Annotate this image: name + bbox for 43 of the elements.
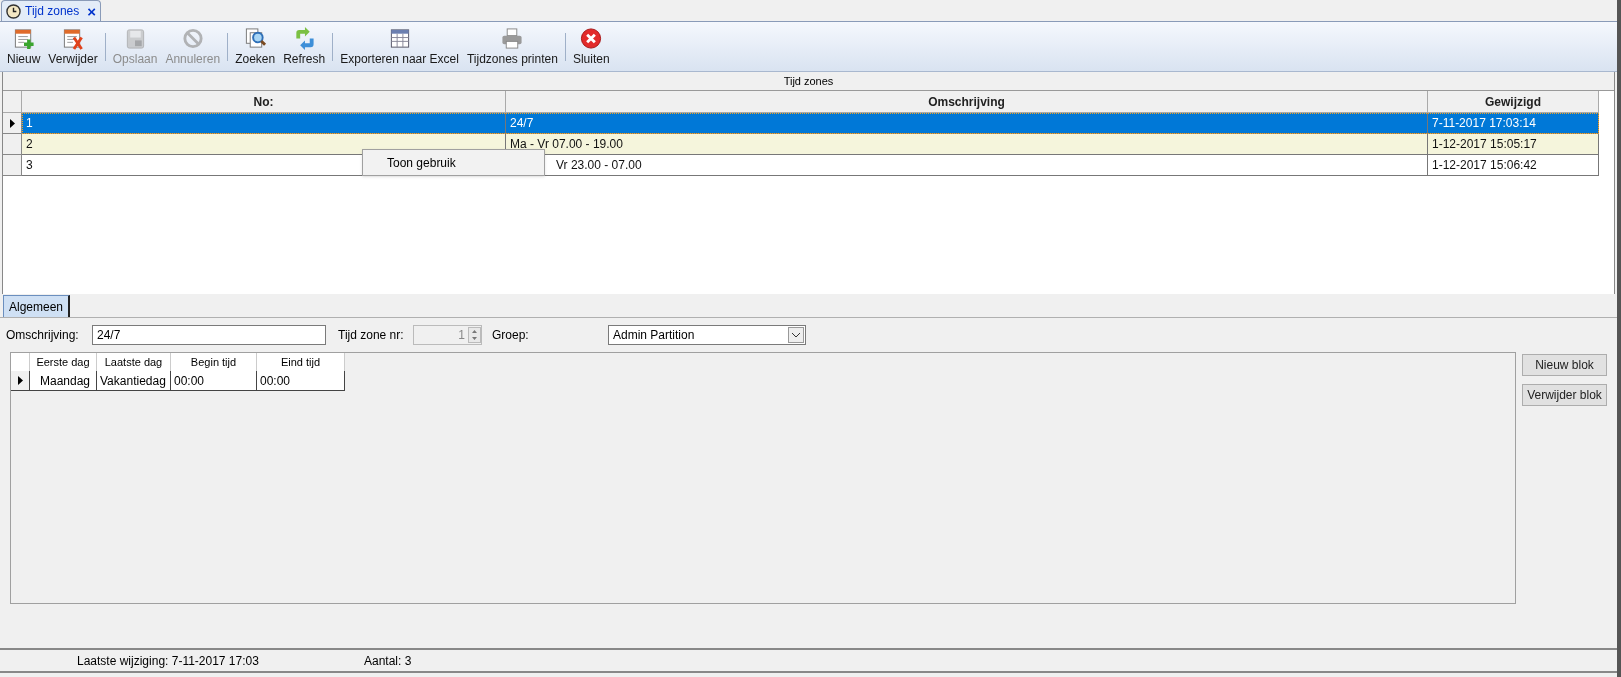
clock-icon — [6, 3, 21, 19]
close-icon — [579, 26, 604, 50]
spinner-arrows-icon — [468, 327, 481, 343]
document-cross-icon — [61, 26, 86, 50]
toolbar-button[interactable]: Sluiten — [568, 24, 614, 69]
column-header[interactable]: Eerste dag — [30, 353, 97, 371]
status-text: Laatste wijziging: 7-11-2017 17:03 — [76, 652, 260, 670]
prohibited-icon — [180, 26, 205, 50]
table-cell: 1-12-2017 15:06:42 — [1428, 155, 1599, 176]
table-cell: Vakantiedag — [97, 371, 171, 391]
input-field[interactable]: 24/7 — [92, 325, 326, 345]
field-label: Tijd zone nr: — [338, 327, 405, 344]
toolbar-button[interactable]: Nieuw — [3, 24, 45, 69]
column-header[interactable]: Laatste dag — [97, 353, 171, 371]
toolbar-button[interactable]: Tijdzones printen — [462, 24, 562, 69]
toolbar-button[interactable]: Refresh — [279, 24, 330, 69]
field-label: Omschrijving: — [6, 327, 80, 344]
grid-caption: Tijd zones — [3, 72, 1614, 91]
corner-header — [11, 353, 30, 371]
dropdown[interactable]: Admin Partition — [608, 325, 806, 345]
tab-title: Tijd zones — [25, 3, 80, 20]
close-icon[interactable]: × — [87, 3, 96, 19]
toolbar-button[interactable]: Exporteren naar Excel — [336, 24, 463, 69]
field-label: Groep: — [492, 327, 530, 344]
tab[interactable]: Algemeen — [3, 295, 71, 317]
action-button[interactable]: Nieuw blok — [1522, 354, 1607, 376]
column-header[interactable]: Eind tijd — [257, 353, 345, 371]
column-header[interactable]: Begin tijd — [171, 353, 257, 371]
table-cell: 00:00 — [171, 371, 257, 391]
status-text: Aantal: 3 — [363, 652, 412, 670]
document-tab[interactable]: Tijd zones × — [1, 0, 101, 21]
row-header[interactable] — [3, 113, 22, 134]
toolbar-button[interactable]: Verwijder — [44, 24, 102, 69]
row-pointer-icon — [17, 376, 23, 385]
menu-item[interactable]: Toon gebruik — [387, 153, 456, 172]
row-pointer-icon — [9, 118, 15, 128]
printer-icon — [500, 26, 525, 50]
search-icon — [243, 26, 268, 50]
row-header[interactable] — [11, 371, 30, 391]
action-button[interactable]: Verwijder blok — [1522, 384, 1607, 406]
toolbar-button[interactable]: Zoeken — [231, 24, 280, 69]
table-cell: 00:00 — [257, 371, 345, 391]
table-cell: Maandag — [30, 371, 97, 391]
